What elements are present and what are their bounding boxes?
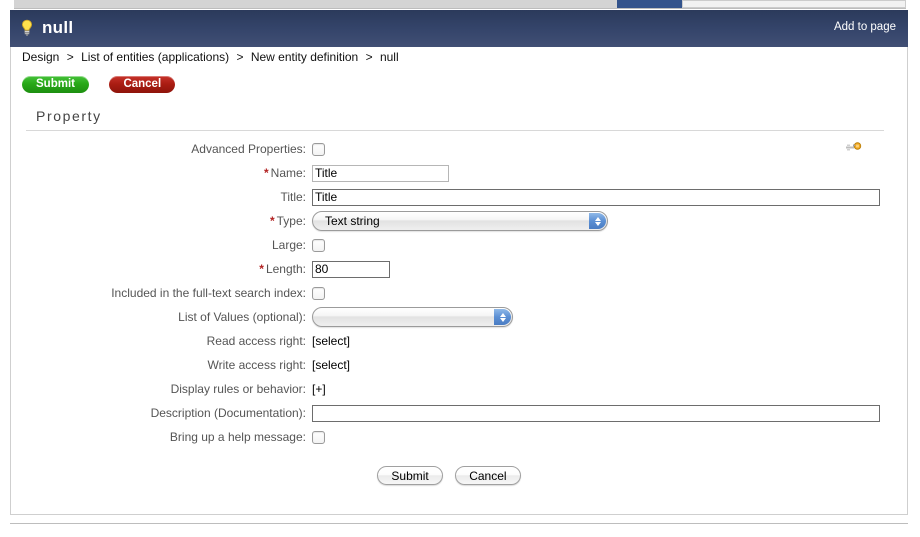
label-large: Large: xyxy=(271,238,306,252)
label-list-of-values: List of Values (optional): xyxy=(178,310,306,324)
property-form: Advanced Properties: *Name: Title: xyxy=(0,137,898,449)
submit-button-top[interactable]: Submit xyxy=(22,76,89,93)
row-title: Title: xyxy=(0,185,898,209)
section-heading: Property xyxy=(36,108,102,124)
app-window: null Add to page Design > List of entiti… xyxy=(0,0,920,537)
breadcrumb: Design > List of entities (applications)… xyxy=(22,50,399,64)
breadcrumb-separator: > xyxy=(365,50,373,64)
row-large: Large: xyxy=(0,233,898,257)
chevron-updown-icon xyxy=(494,309,511,325)
breadcrumb-separator: > xyxy=(66,50,74,64)
form-action-bar: Submit Cancel xyxy=(0,466,898,485)
scrollbar-remainder xyxy=(682,0,906,8)
label-read-access-right: Read access right: xyxy=(206,334,306,348)
name-input[interactable] xyxy=(312,164,449,182)
label-length-text: Length: xyxy=(265,262,306,276)
label-type-text: Type: xyxy=(276,214,306,228)
scrollbar-thumb[interactable] xyxy=(617,0,682,8)
add-to-page-link[interactable]: Add to page xyxy=(834,21,896,33)
type-select[interactable]: Text string xyxy=(312,211,608,231)
page-bottom-divider xyxy=(10,523,908,524)
page-title: null xyxy=(42,18,74,37)
display-rules-expand-link[interactable]: [+] xyxy=(312,382,326,396)
row-name: * Name: xyxy=(0,161,898,185)
label-description: Description (Documentation): xyxy=(150,406,306,420)
label-write-access-right: Write access right: xyxy=(207,358,306,372)
type-select-value: Text string xyxy=(325,214,380,228)
row-type: * Type: Text string xyxy=(0,209,898,233)
advanced-properties-checkbox[interactable] xyxy=(312,142,325,156)
description-input[interactable] xyxy=(312,404,880,422)
chevron-updown-icon xyxy=(589,213,606,229)
label-type: * Type: xyxy=(0,214,312,228)
breadcrumb-item-design[interactable]: Design xyxy=(22,50,59,64)
browser-scrollbar-strip xyxy=(0,0,920,9)
row-length: * Length: xyxy=(0,257,898,281)
lightbulb-icon xyxy=(21,19,33,36)
section-divider xyxy=(26,130,884,131)
label-title: Title: xyxy=(280,190,306,204)
submit-button-bottom[interactable]: Submit xyxy=(377,466,443,485)
read-access-right-select-link[interactable]: [select] xyxy=(312,334,350,348)
row-read-access-right: Read access right: [select] xyxy=(0,329,898,353)
row-description: Description (Documentation): xyxy=(0,401,898,425)
title-input[interactable] xyxy=(312,188,880,206)
length-input[interactable] xyxy=(312,260,390,278)
breadcrumb-item-list-of-entities[interactable]: List of entities (applications) xyxy=(81,50,229,64)
breadcrumb-separator: > xyxy=(236,50,244,64)
wrench-icon[interactable] xyxy=(845,140,863,154)
help-message-checkbox[interactable] xyxy=(312,430,325,444)
label-display-rules: Display rules or behavior: xyxy=(170,382,306,396)
label-name: * Name: xyxy=(0,166,312,180)
breadcrumb-item-new-entity-definition[interactable]: New entity definition xyxy=(251,50,358,64)
top-action-bar: Submit Cancel xyxy=(22,76,176,94)
fulltext-index-checkbox[interactable] xyxy=(312,286,325,300)
label-name-text: Name: xyxy=(270,166,306,180)
large-checkbox[interactable] xyxy=(312,238,325,252)
required-marker: * xyxy=(259,262,264,276)
list-of-values-select[interactable] xyxy=(312,307,513,327)
row-write-access-right: Write access right: [select] xyxy=(0,353,898,377)
cancel-button-top[interactable]: Cancel xyxy=(109,76,176,93)
label-help-message: Bring up a help message: xyxy=(169,430,306,444)
row-fulltext-index: Included in the full-text search index: xyxy=(0,281,898,305)
write-access-right-select-link[interactable]: [select] xyxy=(312,358,350,372)
cancel-button-bottom[interactable]: Cancel xyxy=(455,466,521,485)
breadcrumb-item-current: null xyxy=(379,50,399,64)
label-fulltext-index: Included in the full-text search index: xyxy=(111,286,306,300)
row-advanced-properties: Advanced Properties: xyxy=(0,137,898,161)
row-list-of-values: List of Values (optional): xyxy=(0,305,898,329)
required-marker: * xyxy=(269,214,275,228)
row-help-message: Bring up a help message: xyxy=(0,425,898,449)
required-marker: * xyxy=(263,166,269,180)
label-length: * Length: xyxy=(0,262,312,276)
label-advanced-properties: Advanced Properties: xyxy=(191,142,306,156)
row-display-rules: Display rules or behavior: [+] xyxy=(0,377,898,401)
page-titlebar: null Add to page xyxy=(10,10,908,47)
